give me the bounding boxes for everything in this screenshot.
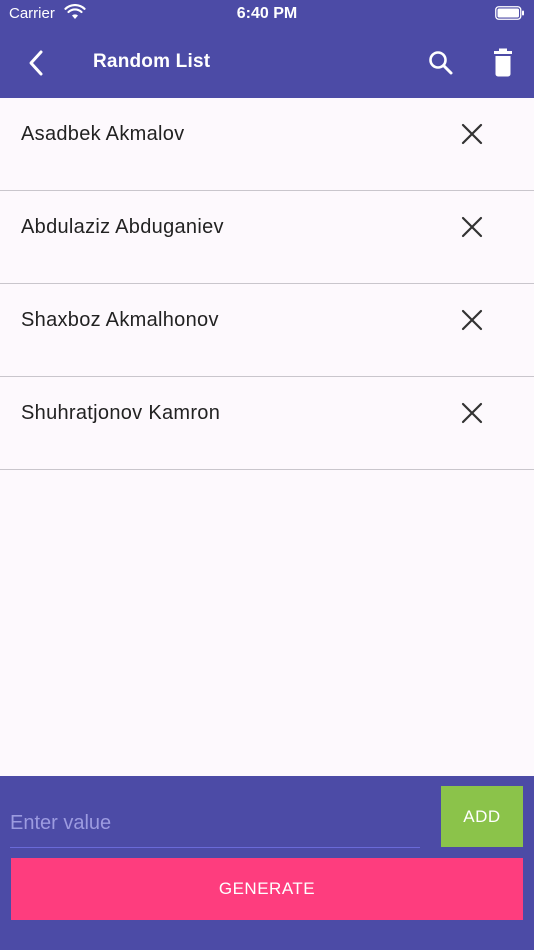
value-input[interactable] xyxy=(10,800,420,846)
list-item: Shuhratjonov Kamron xyxy=(0,377,534,470)
close-icon[interactable] xyxy=(458,213,486,241)
battery-icon xyxy=(495,6,524,20)
bottom-panel: ADD GENERATE xyxy=(0,776,534,950)
list-item: Shaxboz Akmalhonov xyxy=(0,284,534,377)
page-title: Random List xyxy=(93,51,211,72)
trash-icon[interactable] xyxy=(487,46,519,80)
back-button[interactable] xyxy=(20,46,54,80)
list-item-name: Asadbek Akmalov xyxy=(21,123,185,145)
close-icon[interactable] xyxy=(458,120,486,148)
value-input-container xyxy=(10,800,420,848)
close-icon[interactable] xyxy=(458,306,486,334)
close-icon[interactable] xyxy=(458,399,486,427)
list-item-name: Abdulaziz Abduganiev xyxy=(21,216,224,238)
status-time: 6:40 PM xyxy=(236,5,298,22)
generate-button[interactable]: GENERATE xyxy=(11,858,523,920)
add-button[interactable]: ADD xyxy=(441,786,523,847)
list-item: Asadbek Akmalov xyxy=(0,98,534,191)
status-bar: Carrier 6:40 PM xyxy=(0,0,534,28)
app-bar: Random List xyxy=(0,28,534,98)
name-list: Asadbek Akmalov Abdulaziz Abduganiev Sha… xyxy=(0,98,534,470)
list-item-name: Shaxboz Akmalhonov xyxy=(21,309,219,331)
search-icon[interactable] xyxy=(425,47,457,79)
list-item-name: Shuhratjonov Kamron xyxy=(21,402,221,424)
list-item: Abdulaziz Abduganiev xyxy=(0,191,534,284)
